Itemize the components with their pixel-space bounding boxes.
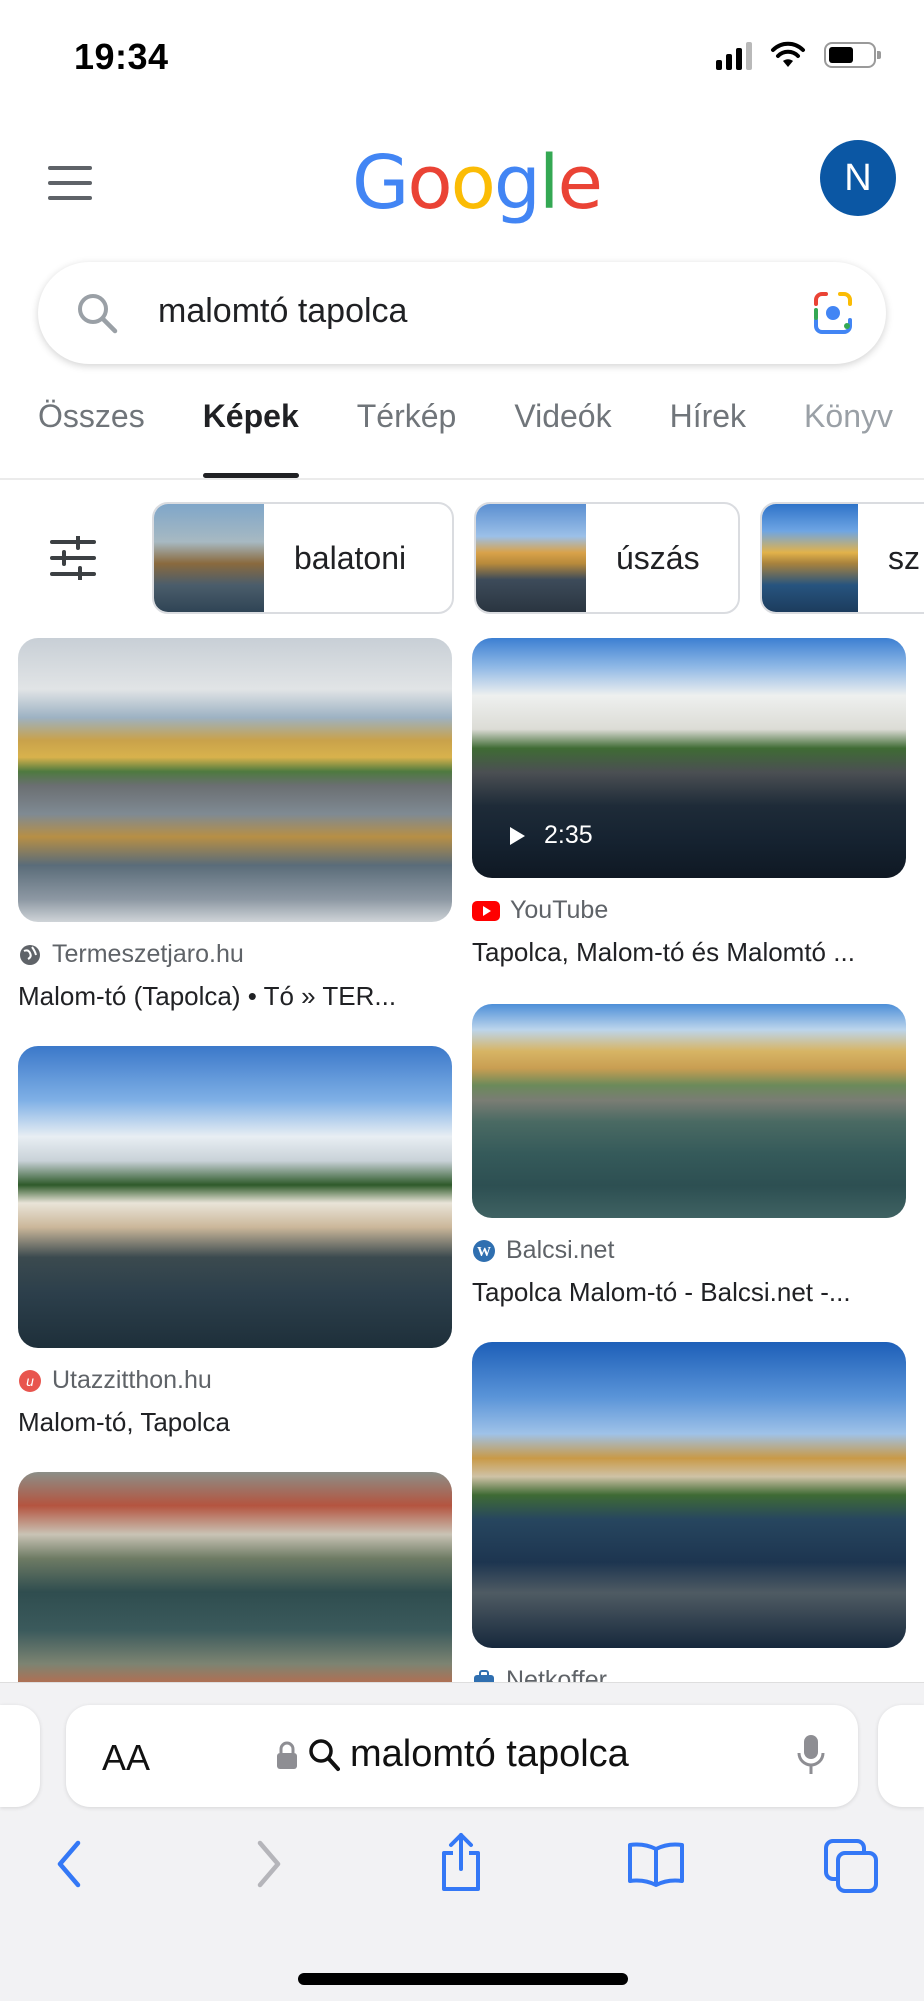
image-result[interactable]: Termeszetjaro.hu Malom-tó (Tapolca) • Tó… — [18, 638, 452, 1012]
chip-thumbnail — [476, 504, 586, 612]
next-tab-card[interactable] — [878, 1705, 924, 1807]
status-icons — [716, 40, 881, 70]
svg-text:u: u — [26, 1373, 34, 1389]
chip-label: úszás — [616, 539, 700, 576]
address-bar[interactable]: AA malomtó tapolca — [66, 1705, 858, 1807]
duration-label: 2:35 — [544, 821, 593, 849]
search-input[interactable]: malomtó tapolca — [158, 292, 407, 331]
wordpress-icon: W — [473, 1239, 495, 1262]
result-title[interactable]: Malom-tó (Tapolca) • Tó » TER... — [18, 981, 452, 1012]
result-source[interactable]: W Balcsi.net — [472, 1236, 906, 1265]
google-lens-icon[interactable] — [808, 290, 858, 336]
back-icon[interactable] — [54, 1839, 84, 1889]
result-title[interactable]: Tapolca Malom-tó - Balcsi.net -... — [472, 1277, 906, 1308]
search-icon — [78, 294, 118, 334]
home-indicator — [298, 1973, 628, 1985]
safari-bottom-bar: AA malomtó tapolca — [0, 1682, 924, 2001]
result-image[interactable] — [18, 1472, 452, 1712]
wifi-icon — [771, 41, 805, 67]
battery-icon — [824, 42, 881, 68]
chip-balatoni[interactable]: balatoni — [152, 502, 454, 614]
result-source[interactable]: u Utazzitthon.hu — [18, 1366, 452, 1395]
safari-toolbar — [0, 1833, 924, 1911]
search-tabs: Összes Képek Térkép Videók Hírek Könyv — [38, 398, 924, 478]
chip-label: balatoni — [294, 539, 407, 576]
text-size-label: AA — [102, 1737, 151, 1778]
source-name: Termeszetjaro.hu — [52, 940, 244, 968]
avatar-letter: N — [844, 156, 872, 199]
google-logo[interactable]: Google — [352, 140, 603, 226]
source-name: Utazzitthon.hu — [52, 1366, 212, 1394]
utazzitthon-icon: u — [19, 1369, 41, 1392]
address-text-group[interactable]: malomtó tapolca — [276, 1733, 629, 1776]
previous-tab-card[interactable] — [0, 1705, 40, 1807]
chip-partial[interactable]: sz — [760, 502, 924, 614]
result-source[interactable]: YouTube — [472, 896, 906, 925]
result-title[interactable]: Malom-tó, Tapolca — [18, 1407, 452, 1438]
image-result[interactable] — [18, 1472, 452, 1712]
result-image[interactable] — [472, 1342, 906, 1648]
tab-maps[interactable]: Térkép — [357, 398, 457, 460]
source-name: YouTube — [510, 896, 609, 924]
image-result[interactable]: Netkoffer — [472, 1342, 906, 1695]
chip-uszas[interactable]: úszás — [474, 502, 740, 614]
result-image[interactable] — [472, 1004, 906, 1218]
chip-thumbnail — [762, 504, 858, 612]
tune-icon[interactable] — [50, 536, 96, 580]
tab-news[interactable]: Hírek — [670, 398, 746, 460]
microphone-icon[interactable] — [796, 1733, 826, 1777]
result-image[interactable]: 2:35 — [472, 638, 906, 878]
svg-text:W: W — [477, 1245, 491, 1260]
lock-icon — [277, 1741, 297, 1769]
tab-books[interactable]: Könyv — [804, 398, 893, 460]
address-text: malomtó tapolca — [350, 1733, 629, 1775]
status-bar: 19:34 — [0, 0, 924, 110]
video-duration: 2:35 — [508, 821, 593, 850]
play-icon — [510, 826, 525, 845]
youtube-icon — [472, 900, 500, 921]
chip-thumbnail — [154, 504, 264, 612]
image-result[interactable]: W Balcsi.net Tapolca Malom-tó - Balcsi.n… — [472, 1004, 906, 1308]
tab-all[interactable]: Összes — [38, 398, 145, 460]
result-source[interactable]: Termeszetjaro.hu — [18, 940, 452, 969]
result-title[interactable]: Tapolca, Malom-tó és Malomtó ... — [472, 937, 906, 968]
result-image[interactable] — [18, 1046, 452, 1348]
divider — [0, 478, 924, 480]
share-icon[interactable] — [436, 1831, 486, 1893]
tab-videos[interactable]: Videók — [514, 398, 611, 460]
text-size-button[interactable]: AA — [102, 1737, 150, 1779]
chip-label: sz — [888, 539, 920, 576]
hamburger-icon[interactable] — [48, 166, 92, 200]
tabs-icon[interactable] — [824, 1839, 880, 1893]
source-name: Balcsi.net — [506, 1236, 615, 1264]
tab-images[interactable]: Képek — [202, 398, 299, 478]
search-box[interactable]: malomtó tapolca — [38, 262, 886, 364]
image-result[interactable]: u Utazzitthon.hu Malom-tó, Tapolca — [18, 1046, 452, 1438]
result-image[interactable] — [18, 638, 452, 922]
cellular-signal-icon — [716, 40, 752, 70]
bookmarks-icon[interactable] — [626, 1841, 686, 1887]
forward-icon[interactable] — [254, 1839, 284, 1889]
globe-icon — [20, 944, 40, 965]
account-avatar[interactable]: N — [820, 140, 896, 216]
video-result[interactable]: 2:35 YouTube Tapolca, Malom-tó és Malomt… — [472, 638, 906, 968]
search-icon — [309, 1738, 340, 1771]
clock: 19:34 — [74, 36, 169, 77]
